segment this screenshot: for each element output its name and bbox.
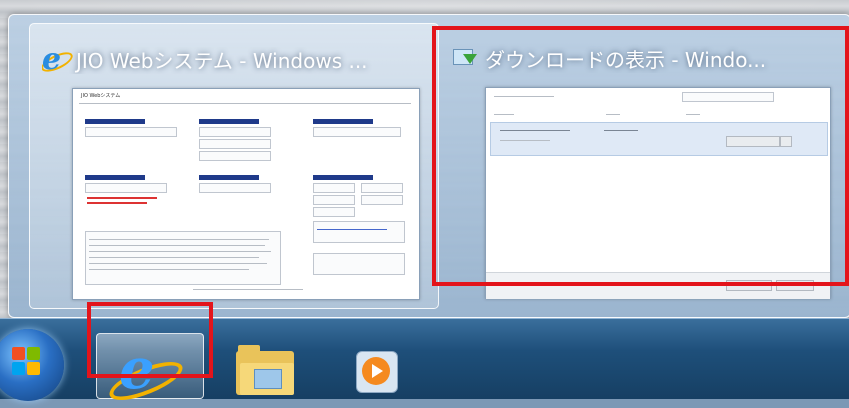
preview-row-box — [313, 127, 401, 137]
preview-divider — [79, 103, 411, 104]
preview-row-box — [199, 183, 271, 193]
preview-row-box — [85, 183, 167, 193]
start-button[interactable] — [0, 329, 64, 401]
windows-logo-icon — [12, 347, 42, 377]
preview-side-box — [313, 253, 405, 275]
preview-row-box — [361, 183, 403, 193]
highlight-ie-taskbar-button — [87, 302, 213, 378]
thumbnail-title-jio: e JIO Webシステム - Windows ... — [42, 44, 434, 74]
preview-section-bar — [85, 175, 145, 180]
preview-section-bar — [85, 119, 145, 124]
preview-row-box — [361, 195, 403, 205]
window-preview-jio: JIO Webシステム — [72, 88, 420, 300]
preview-section-bar — [199, 175, 259, 180]
preview-red-text — [87, 197, 157, 199]
preview-section-bar — [199, 119, 259, 124]
thumbnail-title-text: JIO Webシステム - Windows ... — [76, 48, 368, 73]
internet-explorer-icon: e — [42, 44, 76, 74]
preview-text-line — [89, 263, 267, 264]
preview-text-line — [89, 251, 271, 252]
preview-text-line — [89, 257, 259, 258]
preview-text-line — [89, 245, 265, 246]
highlight-downloads-thumbnail — [432, 26, 849, 286]
taskbar-windows-explorer[interactable] — [236, 343, 296, 395]
preview-text-line — [89, 269, 249, 270]
thumbnail-jio-web-system[interactable]: e JIO Webシステム - Windows ... JIO Webシステム — [29, 23, 439, 309]
preview-header-text: JIO Webシステム — [81, 93, 121, 99]
preview-row-box — [313, 195, 355, 205]
preview-row-box — [199, 151, 271, 161]
preview-section-bar — [313, 175, 373, 180]
preview-row-box — [313, 207, 355, 217]
preview-section-bar — [313, 119, 373, 124]
taskbar-media-player[interactable] — [356, 351, 400, 393]
preview-text-line — [89, 239, 269, 240]
preview-row-box — [313, 183, 355, 193]
preview-row-box — [199, 127, 271, 137]
preview-row-box — [199, 139, 271, 149]
preview-footer-line — [193, 289, 303, 290]
preview-row-box — [85, 127, 177, 137]
preview-side-box — [313, 221, 405, 243]
preview-red-text — [87, 202, 147, 204]
preview-link-line — [317, 229, 387, 230]
